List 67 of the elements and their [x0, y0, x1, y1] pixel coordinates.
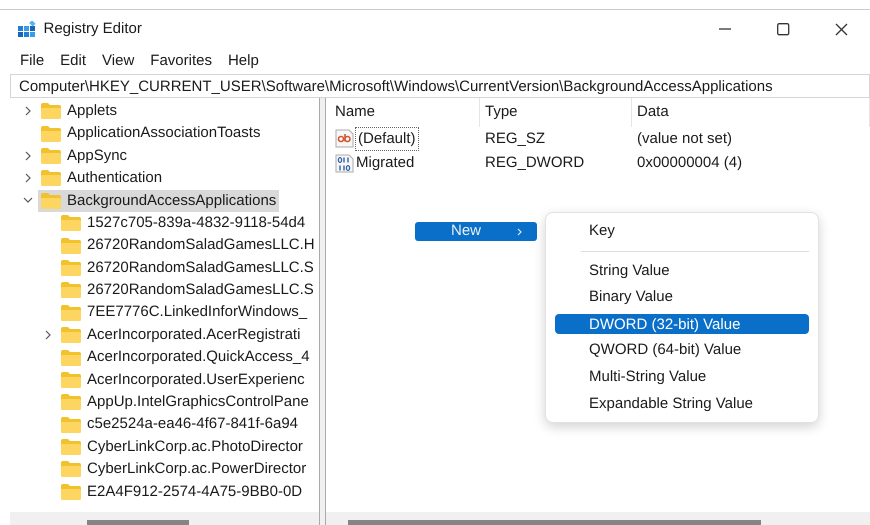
value-data: 0x00000004 (4): [636, 153, 744, 173]
menu-item[interactable]: Edit: [52, 50, 94, 72]
menu-item[interactable]: File: [12, 50, 52, 72]
folder-icon: [61, 461, 81, 478]
chevron-right-icon[interactable]: [24, 173, 32, 184]
tree-item[interactable]: AcerIncorporated.AcerRegistrati: [58, 324, 304, 346]
minimize-icon: [719, 28, 731, 30]
menu-item[interactable]: New: [415, 222, 537, 241]
registry-editor-icon: [18, 20, 36, 38]
value-type: REG_DWORD: [484, 153, 586, 173]
menu-item[interactable]: View: [94, 50, 142, 72]
folder-icon: [61, 282, 81, 298]
tree-item[interactable]: AppUp.IntelGraphicsControlPane: [58, 391, 312, 414]
tree-item[interactable]: E2A4F912-2574-4A75-9BB0-0D: [58, 480, 306, 504]
folder-icon: [61, 304, 81, 321]
value-data: (value not set): [636, 128, 734, 148]
folder-icon: [61, 260, 81, 276]
window-title: Registry Editor: [44, 18, 142, 39]
folder-icon: [61, 484, 81, 500]
tree-item[interactable]: 26720RandomSaladGamesLLC.S: [58, 256, 317, 280]
binary-value-icon: [335, 154, 354, 173]
tree-item[interactable]: Applets: [38, 100, 120, 122]
scrollbar-thumb[interactable]: [87, 520, 189, 525]
tree-item[interactable]: CyberLinkCorp.ac.PowerDirector: [58, 458, 310, 481]
value-type: REG_SZ: [484, 128, 546, 148]
column-header[interactable]: Type: [480, 98, 632, 126]
folder-icon: [61, 439, 81, 456]
tree-item[interactable]: c5e2524a-ea46-4f67-841f-6a94: [58, 413, 302, 436]
tree-item[interactable]: AppSync: [38, 144, 130, 168]
column-header[interactable]: Data: [632, 98, 870, 126]
menu-item[interactable]: Favorites: [142, 50, 220, 72]
chevron-down-icon[interactable]: [23, 197, 33, 204]
column-header[interactable]: Name: [330, 98, 480, 126]
maximize-icon: [776, 22, 790, 36]
chevron-right-icon[interactable]: [24, 150, 32, 161]
tree-item[interactable]: ApplicationAssociationToasts: [38, 122, 264, 145]
chevron-right-icon[interactable]: [24, 106, 32, 116]
folder-icon: [41, 170, 61, 186]
tree-item[interactable]: 26720RandomSaladGamesLLC.S: [58, 279, 317, 302]
scrollbar-thumb[interactable]: [348, 520, 761, 525]
close-icon: [834, 22, 848, 36]
address-bar[interactable]: Computer\HKEY_CURRENT_USER\Software\Microsoft\Windows\CurrentVersion\BackgroundAccessApplications: [10, 74, 870, 98]
tree-item[interactable]: AcerIncorporated.UserExperienc: [58, 368, 308, 392]
tree-item[interactable]: 7EE7776C.LinkedInforWindows_: [58, 301, 310, 324]
menu-item[interactable]: Help: [220, 50, 267, 72]
folder-icon: [61, 372, 81, 388]
chevron-right-icon[interactable]: [44, 330, 52, 340]
tree-item[interactable]: Authentication: [38, 167, 166, 190]
menu-item[interactable]: DWORD (32-bit) Value: [555, 314, 809, 334]
folder-icon: [41, 103, 61, 120]
folder-icon: [41, 192, 61, 209]
folder-icon: [41, 148, 61, 164]
folder-icon: [61, 416, 81, 433]
folder-icon: [61, 238, 81, 254]
folder-icon: [41, 126, 61, 142]
folder-icon: [61, 215, 81, 232]
folder-icon: [61, 394, 81, 410]
folder-icon: [61, 327, 81, 344]
tree-item[interactable]: CyberLinkCorp.ac.PhotoDirector: [58, 436, 306, 458]
value-name[interactable]: (Default): [356, 128, 418, 150]
tree-item[interactable]: 1527c705-839a-4832-9118-54d4: [58, 212, 308, 234]
folder-icon: [61, 350, 81, 366]
value-name[interactable]: Migrated: [356, 152, 414, 174]
tree-item[interactable]: AcerIncorporated.QuickAccess_4: [58, 346, 313, 369]
tree-item[interactable]: BackgroundAccessApplications: [38, 190, 280, 212]
tree-item[interactable]: 26720RandomSaladGamesLLC.H: [58, 234, 318, 257]
string-value-icon: [335, 129, 354, 148]
